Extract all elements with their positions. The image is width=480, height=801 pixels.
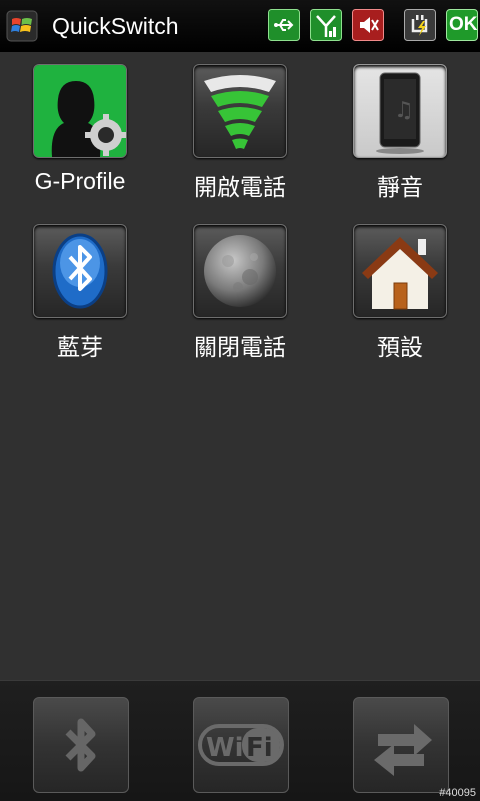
sync-toggle-button[interactable]: [353, 697, 449, 793]
tile-silent[interactable]: ♫ 靜音: [336, 64, 464, 202]
tile-default[interactable]: 預設: [336, 224, 464, 362]
signal-icon[interactable]: [310, 9, 342, 41]
watermark: #40095: [439, 787, 476, 799]
title-bar: QuickSwitch OK: [0, 0, 480, 53]
profile-grid: G-Profile 開啟電話 ♫ 靜音 藍芽 關閉電話 預設: [0, 52, 480, 680]
bottom-dock: Wi Fi #40095: [0, 680, 480, 801]
sync-toggle-icon: [374, 724, 432, 776]
tile-label: 開啟電話: [194, 174, 286, 200]
phone-on-signal-icon: [193, 64, 287, 158]
tile-g-profile[interactable]: G-Profile: [16, 64, 144, 195]
speaker-muted-icon[interactable]: [352, 9, 384, 41]
tile-label: 預設: [377, 334, 423, 360]
g-profile-icon: [33, 64, 127, 158]
svg-text:Wi: Wi: [206, 733, 244, 763]
tile-label: 關閉電話: [194, 334, 286, 360]
bluetooth-toggle-button[interactable]: [33, 697, 129, 793]
battery-charging-icon[interactable]: [404, 9, 436, 41]
wifi-toggle-icon: Wi Fi: [198, 724, 284, 766]
tile-bluetooth[interactable]: 藍芽: [16, 224, 144, 362]
windows-start-icon[interactable]: [6, 10, 38, 42]
ok-label: OK: [449, 14, 478, 35]
wifi-toggle-button[interactable]: Wi Fi: [193, 697, 289, 793]
tile-label: G-Profile: [34, 168, 126, 194]
svg-text:♫: ♫: [394, 98, 414, 123]
moon-icon: [193, 224, 287, 318]
tile-label: 靜音: [377, 174, 423, 200]
tile-phone-on[interactable]: 開啟電話: [176, 64, 304, 202]
app-title: QuickSwitch: [52, 13, 179, 39]
silent-phone-icon: ♫: [353, 64, 447, 158]
home-icon: [353, 224, 447, 318]
svg-text:Fi: Fi: [246, 733, 273, 763]
ok-button[interactable]: OK: [446, 9, 478, 41]
tile-phone-off[interactable]: 關閉電話: [176, 224, 304, 362]
bluetooth-icon: [33, 224, 127, 318]
tile-label: 藍芽: [57, 334, 103, 360]
usb-icon[interactable]: [268, 9, 300, 41]
bluetooth-toggle-icon: [65, 718, 96, 772]
